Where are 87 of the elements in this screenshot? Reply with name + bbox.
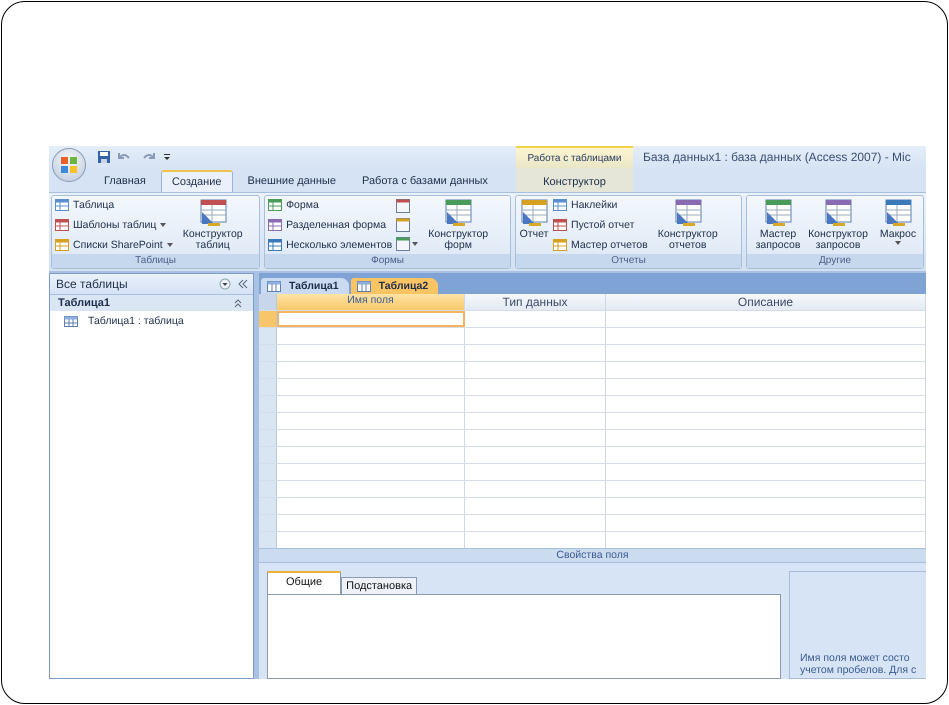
dropdown-circle-icon[interactable] bbox=[219, 278, 231, 290]
group-title: Формы bbox=[265, 254, 510, 268]
row-selector[interactable] bbox=[259, 413, 277, 429]
row-selector[interactable] bbox=[259, 311, 277, 327]
ribbon-button[interactable]: Шаблоны таблиц bbox=[55, 219, 173, 231]
sheet-icon bbox=[553, 239, 567, 251]
table-icon bbox=[356, 280, 371, 292]
design-sheet-icon bbox=[763, 198, 793, 228]
row-selector[interactable] bbox=[259, 447, 277, 463]
ribbon-tab[interactable]: Главная bbox=[93, 170, 157, 192]
sheet-icon bbox=[396, 199, 410, 213]
collapse-icon[interactable] bbox=[237, 279, 249, 289]
row-selector[interactable] bbox=[259, 328, 277, 344]
select-all-corner[interactable] bbox=[259, 294, 277, 310]
sheet-icon bbox=[553, 199, 567, 211]
ribbon-button[interactable]: Списки SharePoint bbox=[55, 239, 173, 251]
document-tab[interactable]: Таблица2 bbox=[350, 278, 438, 294]
ribbon-large-button[interactable]: Конструктор форм bbox=[422, 198, 494, 252]
caret-icon bbox=[160, 223, 166, 227]
design-sheet-icon bbox=[672, 198, 703, 228]
caret-icon bbox=[166, 243, 173, 247]
row-selector[interactable] bbox=[259, 396, 277, 412]
sheet-icon bbox=[268, 219, 282, 231]
ribbon-button[interactable]: Несколько элементов bbox=[268, 239, 392, 251]
customize-caret-icon[interactable] bbox=[163, 152, 171, 162]
context-group-label: Работа с таблицами bbox=[516, 146, 633, 168]
ribbon-tab[interactable]: Работа с базами данных bbox=[350, 170, 499, 192]
ribbon-button[interactable]: Мастер отчетов bbox=[553, 239, 648, 251]
ribbon-large-button[interactable]: Макрос bbox=[870, 198, 926, 252]
nav-group-header[interactable]: Таблица1 bbox=[50, 295, 253, 311]
ribbon-button[interactable]: Таблица bbox=[55, 199, 173, 211]
group-title: Другие bbox=[747, 254, 923, 268]
row-selector[interactable] bbox=[259, 464, 277, 480]
column-header: Имя поля bbox=[277, 294, 465, 310]
caret-icon bbox=[412, 242, 418, 246]
window-title: База данных1 : база данных (Access 2007) - Mic bbox=[642, 150, 911, 164]
ribbon-large-button[interactable]: Конструктор отчетов bbox=[652, 198, 724, 252]
row-selector[interactable] bbox=[259, 362, 277, 378]
section-title: Свойства поля bbox=[259, 548, 926, 562]
grid-cell[interactable] bbox=[277, 311, 465, 327]
ribbon-large-button[interactable]: Отчет bbox=[519, 198, 549, 252]
sheet-icon bbox=[396, 237, 410, 251]
row-selector[interactable] bbox=[259, 345, 277, 361]
ribbon-large-button[interactable]: Мастер запросов bbox=[750, 198, 806, 252]
ribbon-button[interactable]: Пустой отчет bbox=[553, 219, 648, 231]
document-tab[interactable]: Таблица1 bbox=[261, 278, 349, 294]
ribbon-button[interactable]: Наклейки bbox=[553, 199, 648, 211]
sheet-icon bbox=[396, 218, 410, 232]
design-sheet-icon bbox=[883, 198, 913, 228]
row-selector[interactable] bbox=[259, 532, 277, 548]
sheet-icon bbox=[268, 239, 282, 251]
ribbon-button[interactable]: Форма bbox=[268, 199, 392, 211]
design-sheet-icon bbox=[519, 198, 549, 228]
design-sheet-icon bbox=[823, 198, 853, 228]
row-selector[interactable] bbox=[259, 379, 277, 395]
save-icon[interactable] bbox=[97, 150, 111, 164]
caret-icon bbox=[895, 241, 901, 245]
row-selector[interactable] bbox=[259, 481, 277, 497]
design-sheet-icon bbox=[198, 198, 228, 228]
help-text: Имя поля может состо bbox=[800, 652, 911, 664]
ribbon-large-button[interactable]: Конструктор запросов bbox=[810, 198, 866, 252]
sheet-icon bbox=[55, 199, 69, 211]
ribbon-large-button[interactable]: Конструктор таблиц bbox=[176, 198, 249, 252]
group-title: Отчеты bbox=[516, 254, 741, 268]
properties-tab[interactable]: Общие bbox=[267, 571, 342, 594]
ribbon-button[interactable]: Разделенная форма bbox=[268, 219, 392, 231]
table-icon bbox=[267, 280, 281, 292]
sheet-icon bbox=[55, 239, 69, 251]
ribbon-icon-button[interactable] bbox=[396, 237, 418, 251]
row-selector[interactable] bbox=[259, 498, 277, 514]
group-title: Таблицы bbox=[52, 254, 260, 268]
help-text: учетом пробелов. Для с bbox=[800, 664, 918, 676]
column-header: Тип данных bbox=[465, 294, 606, 310]
table-icon bbox=[64, 316, 78, 326]
properties-tab[interactable]: Подстановка bbox=[341, 577, 418, 594]
sheet-icon bbox=[268, 199, 282, 211]
column-header: Описание bbox=[606, 294, 926, 310]
sheet-icon bbox=[553, 219, 567, 231]
four-squares-icon bbox=[59, 155, 79, 175]
collapse-up-icon[interactable] bbox=[233, 298, 243, 308]
row-selector[interactable] bbox=[259, 515, 277, 531]
nav-item[interactable]: Таблица1 : таблица bbox=[50, 311, 253, 327]
design-sheet-icon bbox=[443, 198, 474, 228]
ribbon-tab[interactable]: Внешние данные bbox=[236, 170, 347, 192]
sheet-icon bbox=[55, 219, 69, 231]
ribbon-tab[interactable]: Создание bbox=[160, 170, 232, 192]
row-selector[interactable] bbox=[259, 430, 277, 446]
